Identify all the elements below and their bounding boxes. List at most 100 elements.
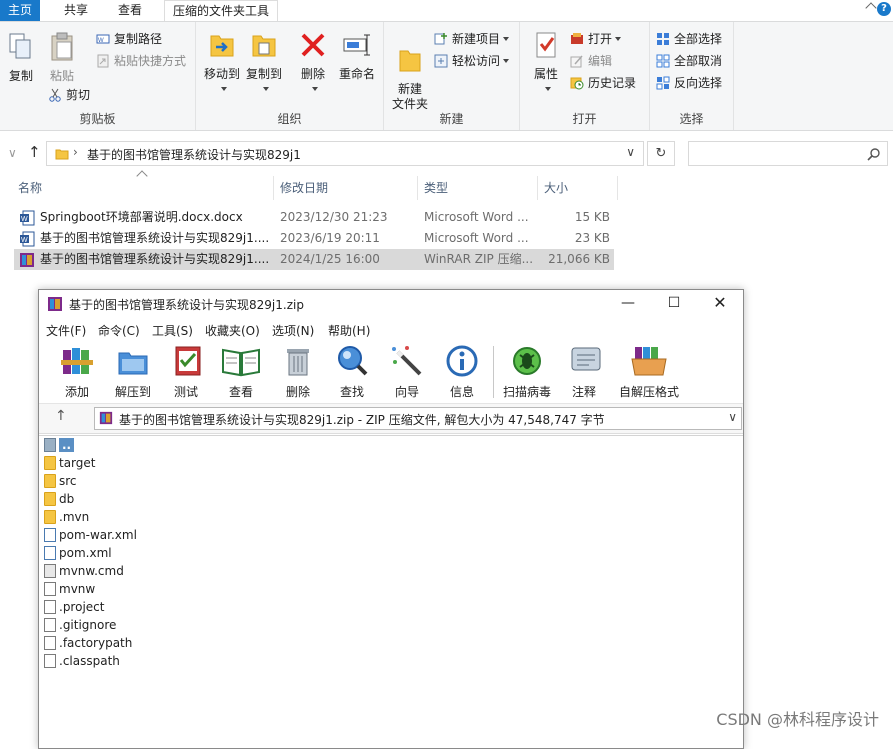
history-button[interactable]: 历史记录 [570, 74, 636, 92]
open-icon [570, 32, 584, 46]
list-item[interactable]: pom-war.xml [44, 526, 137, 544]
file-name: 基于的图书馆管理系统设计与实现829j1.... [40, 228, 269, 249]
column-divider[interactable] [417, 176, 418, 200]
view-button[interactable]: 查看 [221, 344, 261, 400]
select-none-button[interactable]: 全部取消 [656, 52, 722, 70]
delete-button[interactable]: 删除 [296, 30, 330, 97]
copy-path-button[interactable]: W复制路径 [96, 30, 162, 48]
info-button[interactable]: 信息 [445, 344, 479, 400]
tab-share[interactable]: 共享 [56, 0, 96, 21]
cut-button[interactable]: 剪切 [48, 86, 90, 104]
file-icon [44, 654, 56, 668]
copy-to-button[interactable]: 复制到 [244, 30, 284, 97]
svg-text:W: W [21, 216, 28, 223]
search-box[interactable] [688, 141, 888, 166]
paste-shortcut-button[interactable]: 粘贴快捷方式 [96, 52, 186, 70]
invert-selection-button[interactable]: 反向选择 [656, 74, 722, 92]
help-icon[interactable]: ? [877, 2, 891, 16]
maximize-button[interactable]: ☐ [651, 290, 697, 318]
edit-button[interactable]: 编辑 [570, 52, 612, 70]
easy-access-button[interactable]: 轻松访问 [434, 52, 509, 70]
add-button[interactable]: 添加 [59, 344, 95, 400]
up-one-level-icon[interactable]: ↑ [28, 143, 41, 161]
wizard-button[interactable]: 向导 [389, 344, 425, 400]
list-item[interactable]: .mvn [44, 508, 89, 526]
address-bar[interactable]: › 基于的图书馆管理系统设计与实现829j1 ∨ [46, 141, 644, 166]
comment-button[interactable]: 注释 [569, 344, 599, 400]
list-item-parent[interactable]: .. [44, 436, 74, 454]
tab-compressed-folder-tools[interactable]: 压缩的文件夹工具 [164, 0, 278, 21]
word-document-icon: W [19, 231, 35, 247]
folder-icon [44, 456, 56, 470]
rename-button[interactable]: 重命名 [334, 30, 380, 82]
menu-tools[interactable]: 工具(S) [152, 322, 193, 339]
winrar-title: 基于的图书馆管理系统设计与实现829j1.zip [69, 296, 304, 313]
minimize-button[interactable]: — [605, 290, 651, 318]
column-header-type[interactable]: 类型 [424, 176, 448, 200]
address-path: 基于的图书馆管理系统设计与实现829j1 [87, 146, 301, 163]
list-item[interactable]: .project [44, 598, 104, 616]
list-item[interactable]: .classpath [44, 652, 120, 670]
menu-file[interactable]: 文件(F) [46, 322, 86, 339]
list-item[interactable]: pom.xml [44, 544, 112, 562]
delete-x-icon [299, 30, 327, 60]
close-button[interactable]: ✕ [697, 290, 743, 318]
list-item[interactable]: .factorypath [44, 634, 132, 652]
column-header-size[interactable]: 大小 [544, 176, 568, 200]
select-all-button[interactable]: 全部选择 [656, 30, 722, 48]
menu-commands[interactable]: 命令(C) [98, 322, 140, 339]
list-item[interactable]: db [44, 490, 74, 508]
scan-virus-button[interactable]: 扫描病毒 [501, 344, 553, 400]
sfx-button[interactable]: 自解压格式 [617, 344, 681, 400]
winrar-title-bar[interactable]: 基于的图书馆管理系统设计与实现829j1.zip — ☐ ✕ [39, 290, 743, 318]
file-icon [44, 600, 56, 614]
parent-folder-icon [44, 438, 56, 452]
move-to-button[interactable]: 移动到 [202, 30, 242, 97]
refresh-button[interactable]: ↻ [647, 141, 675, 166]
new-group-label: 新建 [384, 110, 519, 127]
new-item-button[interactable]: 新建项目 [434, 30, 509, 48]
file-name: Springboot环境部署说明.docx.docx [40, 207, 243, 228]
file-size: 15 KB [575, 207, 610, 228]
menu-help[interactable]: 帮助(H) [328, 322, 370, 339]
tab-view[interactable]: 查看 [110, 0, 150, 21]
xml-file-icon [44, 528, 56, 542]
column-divider[interactable] [273, 176, 274, 200]
delete-archive-button[interactable]: 删除 [283, 344, 313, 400]
copy-button[interactable]: 复制 [4, 32, 38, 84]
list-item[interactable]: target [44, 454, 96, 472]
edit-icon [570, 54, 584, 68]
open-button[interactable]: 打开 [570, 30, 621, 48]
list-item[interactable]: .gitignore [44, 616, 116, 634]
select-all-icon [656, 32, 670, 46]
file-row[interactable]: W 基于的图书馆管理系统设计与实现829j1.... 2023/6/19 20:… [14, 228, 614, 249]
column-header-name[interactable]: 名称 [18, 176, 42, 200]
menu-options[interactable]: 选项(N) [272, 322, 314, 339]
paste-button[interactable]: 粘贴 [44, 32, 80, 84]
sfx-box-icon [629, 344, 669, 378]
address-dropdown-icon[interactable]: ∨ [626, 145, 635, 159]
list-item[interactable]: mvnw [44, 580, 95, 598]
search-icon [867, 147, 881, 161]
new-folder-icon [396, 45, 424, 75]
list-item[interactable]: src [44, 472, 77, 490]
properties-button[interactable]: 属性 [528, 30, 564, 97]
file-row[interactable]: W Springboot环境部署说明.docx.docx 2023/12/30 … [14, 207, 614, 228]
file-row-selected[interactable]: 基于的图书馆管理系统设计与实现829j1.... 2024/1/25 16:00… [14, 249, 614, 270]
archive-path-dropdown[interactable]: 基于的图书馆管理系统设计与实现829j1.zip - ZIP 压缩文件, 解包大… [94, 407, 742, 430]
extract-to-button[interactable]: 解压到 [111, 344, 155, 400]
chevron-down-icon[interactable]: ∨ [728, 410, 737, 424]
magnifier-icon [335, 344, 369, 378]
menu-favorites[interactable]: 收藏夹(O) [205, 322, 260, 339]
test-button[interactable]: 测试 [171, 344, 201, 400]
collapse-ribbon-icon[interactable] [865, 2, 876, 13]
list-item[interactable]: mvnw.cmd [44, 562, 124, 580]
column-divider[interactable] [537, 176, 538, 200]
column-header-date[interactable]: 修改日期 [280, 176, 328, 200]
recent-locations-icon[interactable]: ∨ [8, 146, 17, 160]
find-button[interactable]: 查找 [335, 344, 369, 400]
ribbon-tab-bar: 主页 共享 查看 压缩的文件夹工具 ? [0, 0, 893, 21]
column-divider[interactable] [617, 176, 618, 200]
up-folder-icon[interactable]: ↑ [55, 408, 67, 424]
tab-home[interactable]: 主页 [0, 0, 40, 21]
